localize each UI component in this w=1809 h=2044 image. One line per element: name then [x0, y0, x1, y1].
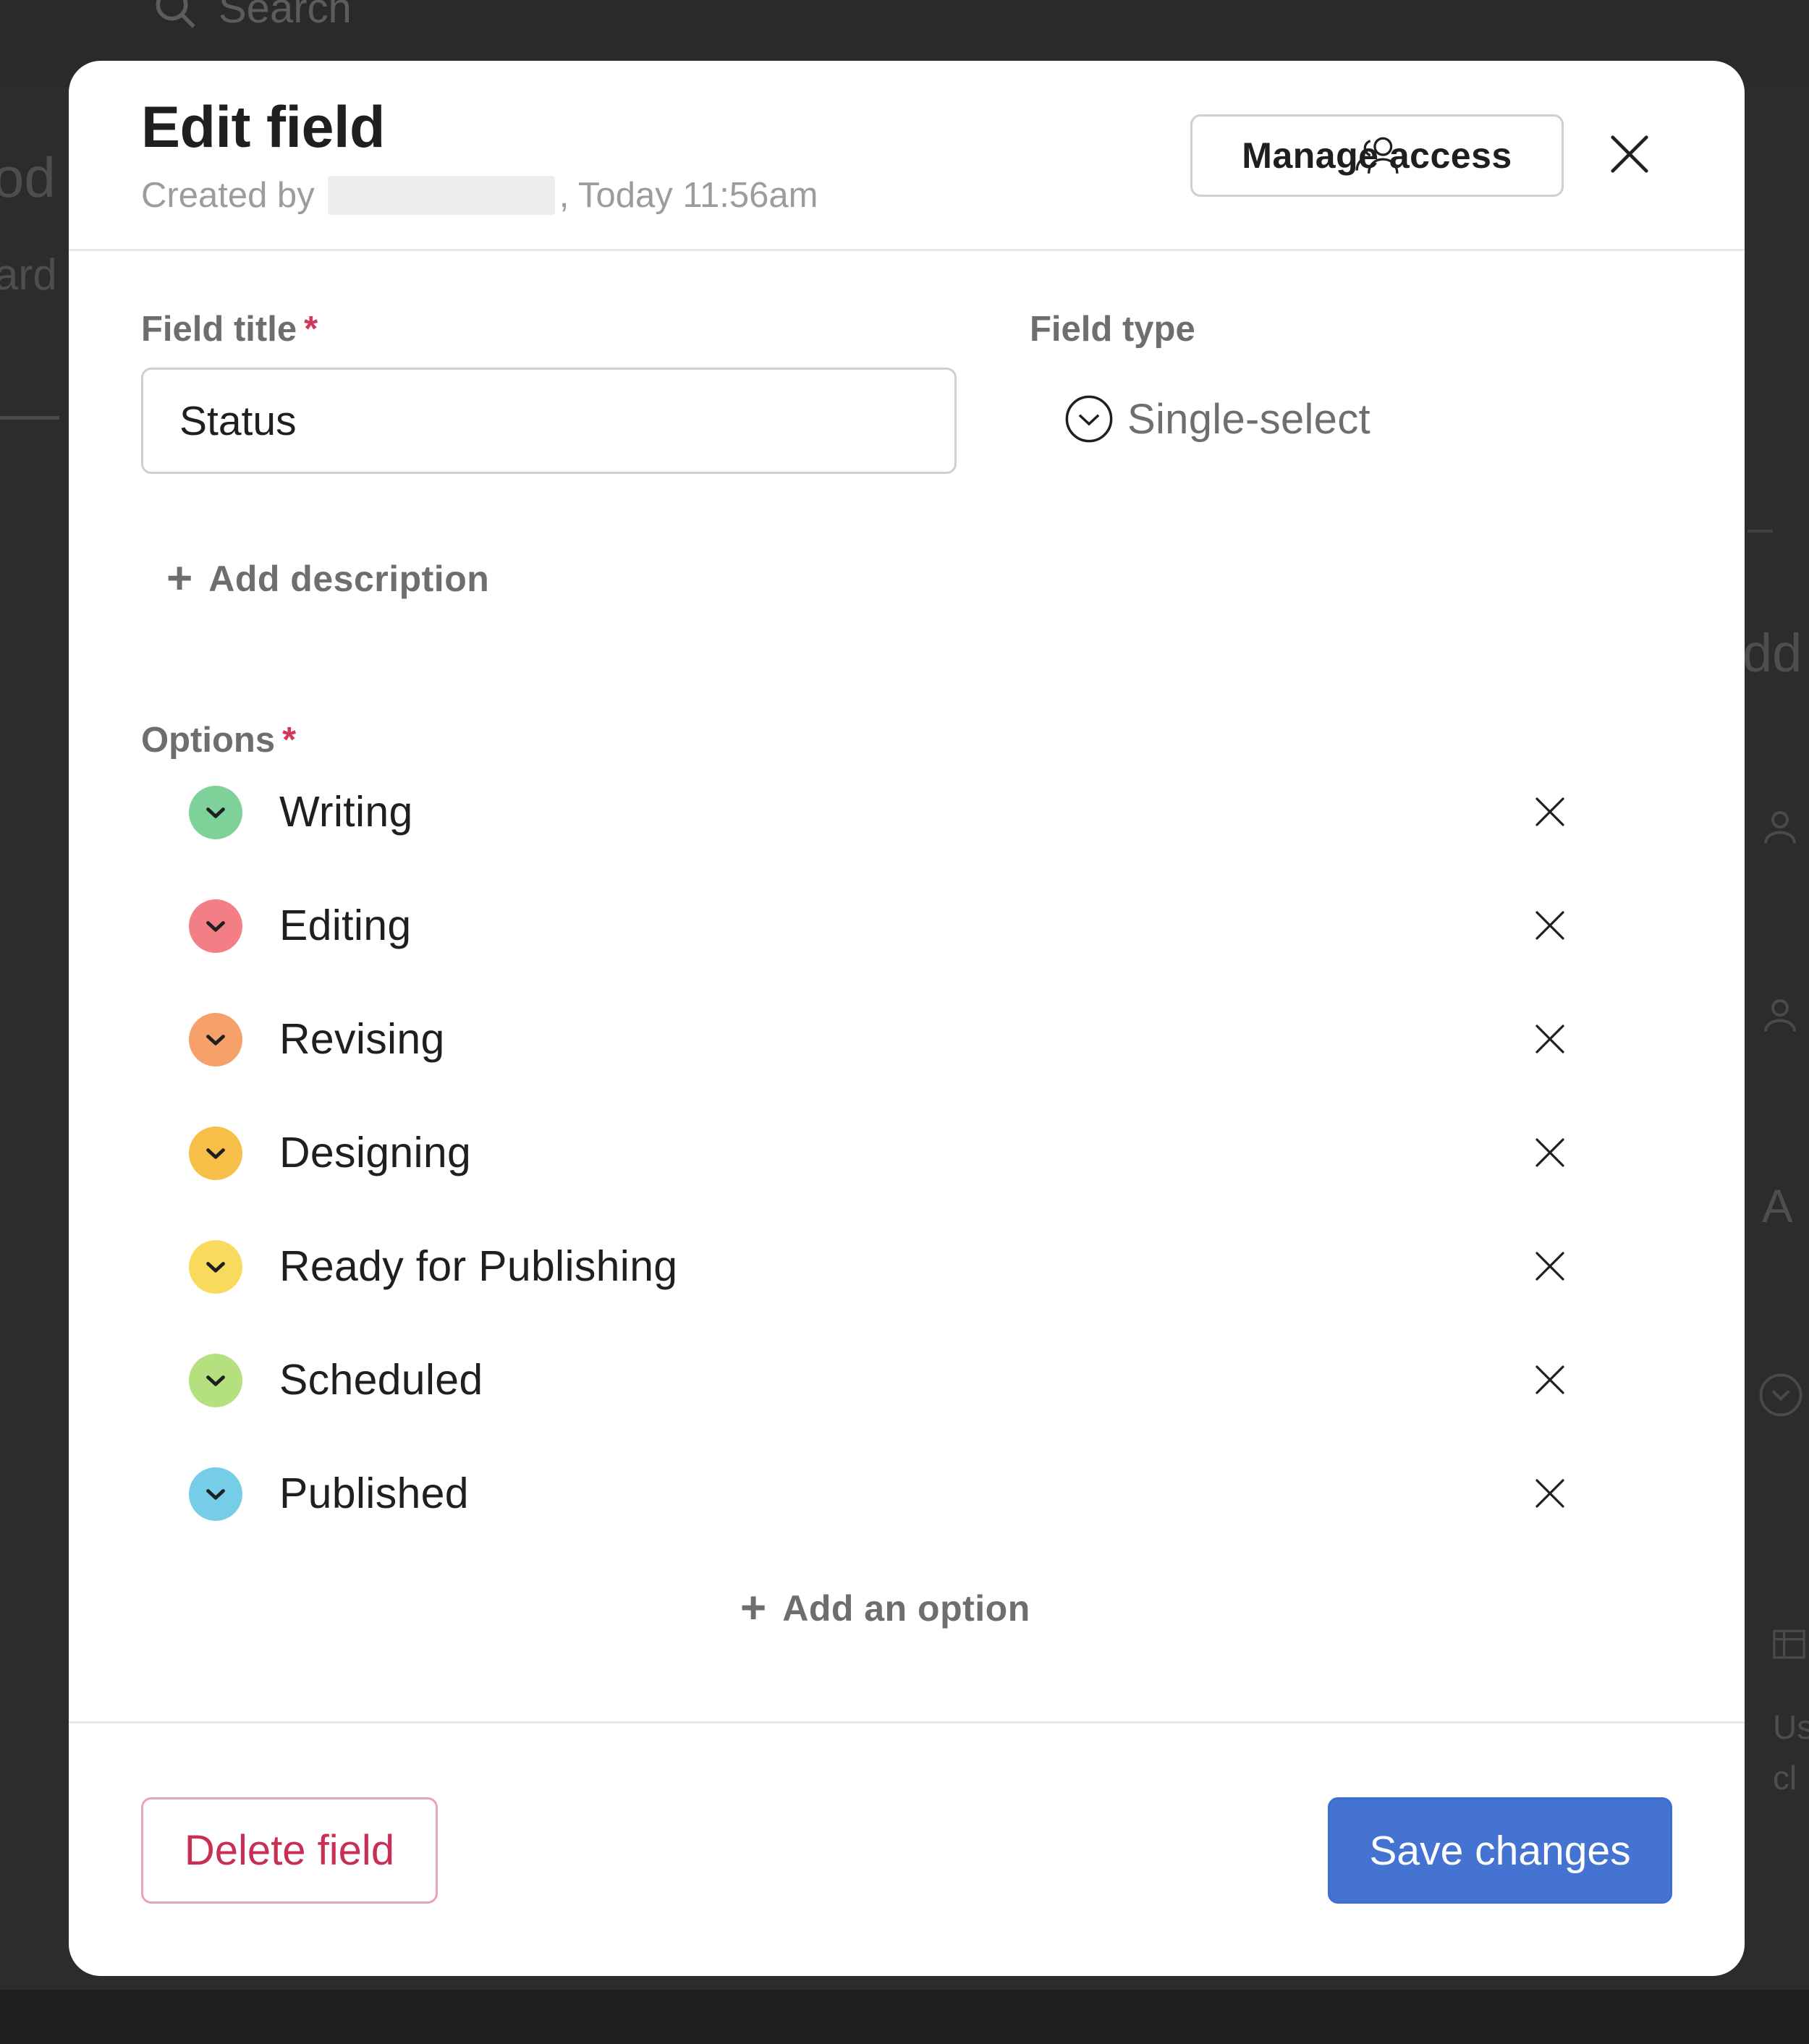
plus-icon: + — [740, 1583, 767, 1633]
option-label[interactable]: Editing — [279, 901, 412, 950]
chevron-down-icon — [206, 1148, 225, 1159]
header-divider — [69, 249, 1745, 251]
chevron-circle-icon — [1759, 1373, 1802, 1417]
close-icon[interactable] — [1607, 132, 1652, 177]
delete-field-button[interactable]: Delete field — [141, 1797, 438, 1904]
save-changes-button[interactable]: Save changes — [1328, 1797, 1672, 1904]
field-title-label: Field title * — [141, 309, 318, 349]
remove-option-icon[interactable] — [1533, 908, 1567, 943]
background-search-label: Search — [219, 0, 352, 32]
chevron-down-icon — [206, 921, 225, 932]
background-divider — [1747, 530, 1773, 533]
option-label[interactable]: Writing — [279, 787, 413, 836]
chevron-down-icon — [206, 1375, 225, 1386]
option-label[interactable]: Ready for Publishing — [279, 1242, 677, 1291]
options-list: Writing Editing Revising Designing Ready for… — [69, 761, 1745, 1556]
remove-option-icon[interactable] — [1533, 794, 1567, 829]
field-title-label-text: Field title — [141, 310, 297, 349]
manage-access-button[interactable]: Manage access — [1190, 114, 1564, 197]
options-label: Options * — [141, 720, 296, 760]
option-color-button[interactable] — [189, 1127, 242, 1180]
background-fragment: od — [0, 145, 56, 209]
option-row: Writing — [69, 761, 1745, 875]
option-row: Published — [69, 1443, 1745, 1556]
table-icon — [1773, 1629, 1805, 1659]
option-label[interactable]: Designing — [279, 1128, 471, 1177]
background-tab-underline — [0, 416, 59, 420]
background-search: Search — [152, 0, 352, 33]
chevron-down-icon — [206, 807, 225, 818]
remove-option-icon[interactable] — [1533, 1476, 1567, 1511]
created-meta: Created by , Today 11:56am — [141, 175, 818, 216]
option-row: Designing — [69, 1102, 1745, 1216]
created-time: , Today 11:56am — [559, 176, 818, 215]
background-fragment: cl — [1773, 1759, 1797, 1797]
background-fragment: Us — [1773, 1708, 1809, 1746]
background-fragment: A — [1762, 1180, 1793, 1232]
add-description-label: Add description — [208, 559, 490, 599]
option-color-button[interactable] — [189, 786, 242, 839]
chevron-down-icon — [206, 1035, 225, 1046]
field-type-value: Single-select — [1064, 394, 1370, 444]
add-description-button[interactable]: + Add description — [166, 556, 489, 601]
footer-divider — [69, 1721, 1745, 1723]
search-icon — [156, 0, 195, 28]
option-row: Revising — [69, 988, 1745, 1102]
edit-field-dialog: Edit field Created by , Today 11:56am Ma… — [69, 61, 1745, 1976]
option-color-button[interactable] — [189, 1240, 242, 1294]
dialog-title: Edit field — [141, 95, 386, 160]
person-icon — [1764, 999, 1796, 1032]
option-color-button[interactable] — [189, 1354, 242, 1407]
option-label[interactable]: Revising — [279, 1014, 445, 1064]
option-row: Scheduled — [69, 1329, 1745, 1443]
option-label[interactable]: Scheduled — [279, 1355, 483, 1404]
person-icon — [1764, 811, 1796, 844]
required-marker: * — [282, 721, 297, 760]
remove-option-icon[interactable] — [1533, 1022, 1567, 1056]
option-color-button[interactable] — [189, 899, 242, 953]
created-by-label: Created by — [141, 176, 315, 215]
field-title-input[interactable] — [141, 368, 957, 474]
chevron-down-icon — [206, 1262, 225, 1273]
option-row: Ready for Publishing — [69, 1216, 1745, 1329]
field-type-text: Single-select — [1127, 395, 1370, 443]
remove-option-icon[interactable] — [1533, 1135, 1567, 1170]
background-fragment: dd — [1742, 623, 1802, 683]
option-label[interactable]: Published — [279, 1469, 469, 1518]
option-color-button[interactable] — [189, 1013, 242, 1066]
add-option-button[interactable]: + Add an option — [740, 1586, 1030, 1631]
option-color-button[interactable] — [189, 1467, 242, 1521]
background-fragment: ard — [0, 250, 57, 299]
options-label-text: Options — [141, 721, 276, 760]
plus-icon: + — [166, 554, 193, 603]
field-type-label: Field type — [1030, 310, 1195, 349]
chevron-circle-icon — [1065, 395, 1113, 443]
option-row: Editing — [69, 875, 1745, 988]
add-option-label: Add an option — [782, 1588, 1030, 1629]
remove-option-icon[interactable] — [1533, 1249, 1567, 1284]
redacted-creator-name — [327, 176, 555, 215]
chevron-down-icon — [206, 1489, 225, 1500]
required-marker: * — [304, 310, 318, 349]
remove-option-icon[interactable] — [1533, 1362, 1567, 1397]
manage-access-label: Manage access — [1242, 135, 1512, 176]
